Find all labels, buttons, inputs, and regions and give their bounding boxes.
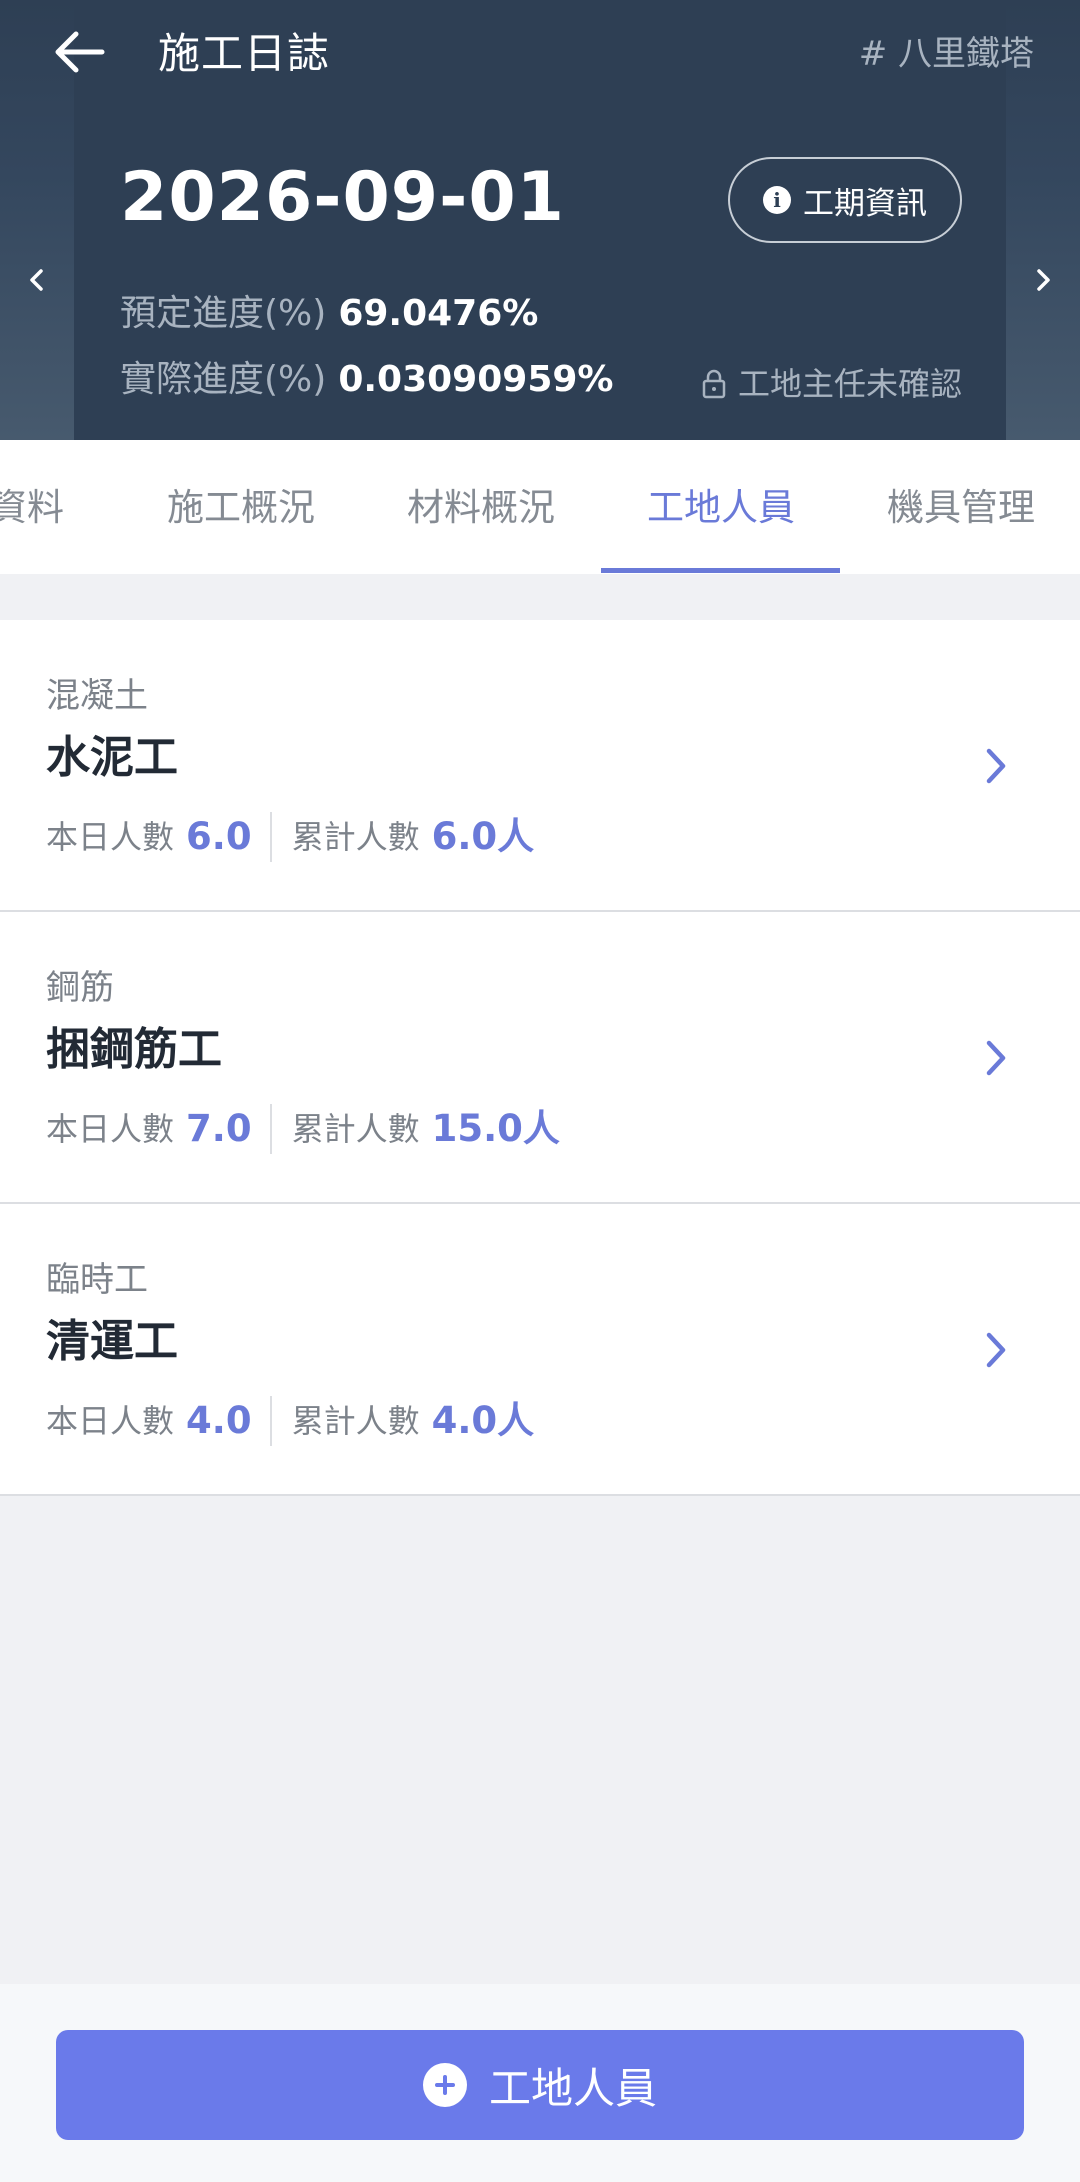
total-count-label: 累計人數 bbox=[291, 1110, 420, 1148]
page-title: 施工日誌 bbox=[158, 29, 331, 78]
footer-bar: 工地人員 bbox=[0, 1984, 1080, 2182]
next-day-button[interactable] bbox=[1024, 256, 1064, 304]
stat-divider bbox=[269, 1104, 272, 1154]
arrow-left-icon bbox=[55, 31, 105, 73]
tab-info[interactable]: 資料 bbox=[0, 484, 64, 532]
actual-progress-value: 0.03090959% bbox=[338, 359, 614, 400]
lock-icon bbox=[702, 369, 726, 399]
planned-progress: 預定進度(%) 69.0476% bbox=[120, 290, 538, 338]
actual-progress-label: 實際進度(%) bbox=[120, 359, 327, 400]
total-count-value: 4.0人 bbox=[431, 1399, 535, 1442]
project-tag: # 八里鐵塔 bbox=[858, 34, 1034, 74]
confirm-status: 工地主任未確認 bbox=[702, 362, 962, 406]
date-card: 2026-09-01 i 工期資訊 預定進度(%) 69.0476% 實際進度(%… bbox=[74, 112, 1006, 440]
list-item[interactable]: 混凝土 水泥工 本日人數 6.0 累計人數 6.0人 bbox=[0, 620, 1080, 912]
worker-stats: 本日人數 4.0 累計人數 4.0人 bbox=[46, 1396, 534, 1446]
worker-name: 水泥工 bbox=[46, 732, 178, 783]
worker-stats: 本日人數 6.0 累計人數 6.0人 bbox=[46, 812, 534, 862]
tab-construction-overview[interactable]: 施工概況 bbox=[167, 484, 315, 532]
today-count-value: 6.0 bbox=[186, 815, 252, 858]
add-site-personnel-button[interactable]: 工地人員 bbox=[56, 2030, 1024, 2140]
worker-name: 捆鋼筋工 bbox=[46, 1024, 222, 1075]
chevron-right-icon bbox=[976, 738, 1016, 794]
schedule-info-button[interactable]: i 工期資訊 bbox=[728, 157, 962, 243]
today-count-value: 4.0 bbox=[186, 1399, 252, 1442]
tab-site-personnel[interactable]: 工地人員 bbox=[647, 484, 795, 532]
confirm-status-text: 工地主任未確認 bbox=[737, 365, 962, 403]
log-date: 2026-09-01 bbox=[120, 158, 565, 237]
total-count-label: 累計人數 bbox=[291, 818, 420, 856]
chevron-right-icon bbox=[1037, 269, 1050, 291]
chevron-right-icon bbox=[976, 1030, 1016, 1086]
back-button[interactable] bbox=[50, 22, 110, 82]
tab-equipment-management[interactable]: 機具管理 bbox=[887, 484, 1035, 532]
total-count-value: 15.0人 bbox=[431, 1107, 560, 1150]
tab-bar: 資料 施工概況 材料概況 工地人員 機具管理 bbox=[0, 440, 1080, 574]
schedule-info-label: 工期資訊 bbox=[803, 185, 927, 222]
worker-category: 臨時工 bbox=[46, 1260, 148, 1300]
worker-category: 鋼筋 bbox=[46, 968, 114, 1008]
planned-progress-value: 69.0476% bbox=[338, 293, 539, 334]
today-count-label: 本日人數 bbox=[46, 818, 175, 856]
previous-day-button[interactable] bbox=[16, 256, 56, 304]
stat-divider bbox=[269, 812, 272, 862]
planned-progress-label: 預定進度(%) bbox=[120, 293, 327, 334]
active-tab-indicator bbox=[601, 568, 840, 573]
plus-circle-icon bbox=[422, 2063, 467, 2107]
actual-progress: 實際進度(%) 0.03090959% bbox=[120, 356, 614, 404]
list-item[interactable]: 臨時工 清運工 本日人數 4.0 累計人數 4.0人 bbox=[0, 1204, 1080, 1496]
total-count-value: 6.0人 bbox=[431, 815, 535, 858]
list-item[interactable]: 鋼筋 捆鋼筋工 本日人數 7.0 累計人數 15.0人 bbox=[0, 912, 1080, 1204]
today-count-label: 本日人數 bbox=[46, 1110, 175, 1148]
info-icon: i bbox=[763, 186, 791, 214]
header: 施工日誌 # 八里鐵塔 2026-09-01 i 工期資訊 預定進度(%) 69.… bbox=[0, 0, 1080, 440]
worker-name: 清運工 bbox=[46, 1316, 178, 1367]
chevron-left-icon bbox=[30, 269, 43, 291]
worker-category: 混凝土 bbox=[46, 676, 148, 716]
personnel-list: 混凝土 水泥工 本日人數 6.0 累計人數 6.0人 鋼筋 捆鋼筋工 本日人數 … bbox=[0, 620, 1080, 1496]
chevron-right-icon bbox=[976, 1322, 1016, 1378]
add-button-label: 工地人員 bbox=[488, 2063, 657, 2113]
today-count-label: 本日人數 bbox=[46, 1402, 175, 1440]
total-count-label: 累計人數 bbox=[291, 1402, 420, 1440]
tab-material-overview[interactable]: 材料概況 bbox=[407, 484, 555, 532]
worker-stats: 本日人數 7.0 累計人數 15.0人 bbox=[46, 1104, 560, 1154]
today-count-value: 7.0 bbox=[186, 1107, 252, 1150]
stat-divider bbox=[269, 1396, 272, 1446]
